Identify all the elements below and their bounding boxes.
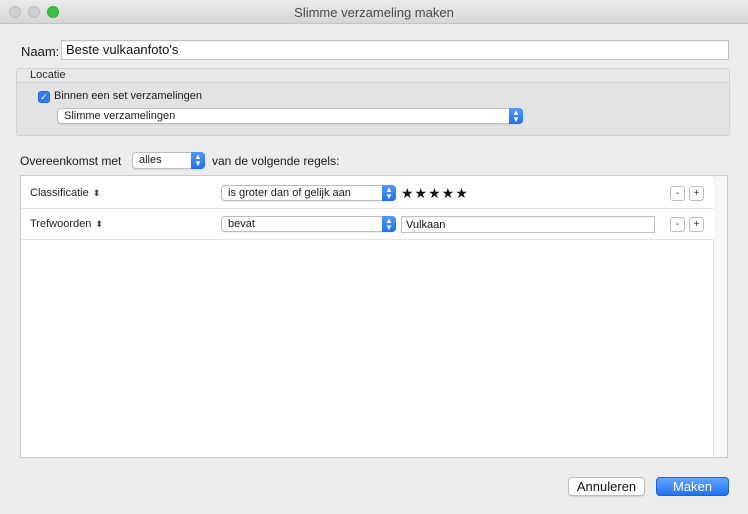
rule-field-select[interactable]: Classificatie ⬍ (30, 187, 100, 199)
collection-set-select[interactable]: Slimme verzamelingen ▲ ▼ (57, 108, 523, 124)
rule-operator-select[interactable]: bevat ▲ ▼ (221, 216, 396, 232)
remove-rule-button[interactable]: - (670, 217, 685, 232)
match-prefix-label: Overeenkomst met (20, 154, 122, 168)
match-mode-value: alles (139, 154, 162, 166)
rule-operator-value: bevat (228, 218, 255, 230)
check-icon: ✓ (40, 92, 48, 102)
match-mode-select[interactable]: alles ▲ ▼ (132, 152, 205, 169)
collection-set-value: Slimme verzamelingen (64, 110, 176, 122)
select-arrow-icon: ▲ ▼ (191, 152, 205, 169)
title-bar: Slimme verzameling maken (0, 0, 748, 24)
name-field[interactable]: Beste vulkaanfoto's (61, 40, 729, 60)
select-arrow-icon: ▲ ▼ (509, 108, 523, 124)
rule-value-field[interactable]: Vulkaan (401, 216, 655, 233)
remove-rule-button[interactable]: - (670, 186, 685, 201)
updown-icon: ⬍ (92, 188, 101, 198)
rating-stars[interactable]: ★★★★★ (401, 185, 469, 202)
location-group-header: Locatie (17, 69, 729, 83)
rule-operator-select[interactable]: is groter dan of gelijk aan ▲ ▼ (221, 185, 396, 201)
cancel-button[interactable]: Annuleren (568, 477, 645, 496)
within-set-checkbox[interactable]: ✓ (38, 91, 50, 103)
location-group: Locatie ✓ Binnen een set verzamelingen S… (16, 68, 730, 136)
rules-scrollbar[interactable] (713, 176, 727, 457)
rules-list: Classificatie ⬍ is groter dan of gelijk a… (20, 175, 728, 458)
location-group-label: Locatie (30, 69, 66, 81)
select-arrow-icon: ▲ ▼ (382, 216, 396, 232)
match-suffix-label: van de volgende regels: (212, 154, 340, 168)
window-title: Slimme verzameling maken (294, 5, 454, 20)
add-rule-button[interactable]: + (689, 186, 704, 201)
rule-row: Trefwoorden ⬍ bevat ▲ ▼ Vulkaan - + (21, 209, 714, 240)
within-set-label: Binnen een set verzamelingen (54, 90, 202, 102)
rule-row: Classificatie ⬍ is groter dan of gelijk a… (21, 178, 714, 209)
create-button[interactable]: Maken (656, 477, 729, 496)
rule-operator-value: is groter dan of gelijk aan (228, 187, 351, 199)
rule-field-select[interactable]: Trefwoorden ⬍ (30, 218, 103, 230)
updown-icon: ⬍ (95, 219, 103, 229)
name-label: Naam: (21, 44, 60, 59)
add-rule-button[interactable]: + (689, 217, 704, 232)
select-arrow-icon: ▲ ▼ (382, 185, 396, 201)
